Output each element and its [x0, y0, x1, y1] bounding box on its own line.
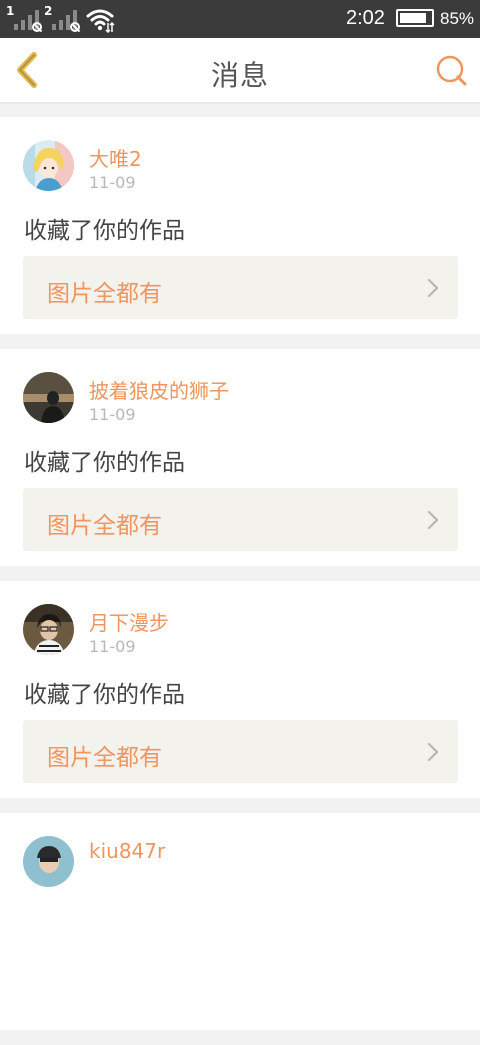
username[interactable]: kiu847r	[89, 839, 165, 863]
message-card: 月下漫步 11-09 收藏了你的作品 图片全都有	[0, 581, 480, 798]
message-list: 大唯2 11-09 收藏了你的作品 图片全都有 披着狼皮的狮子 11-09 收藏…	[0, 117, 480, 1045]
work-link[interactable]: 图片全都有	[23, 488, 458, 551]
message-card: 披着狼皮的狮子 11-09 收藏了你的作品 图片全都有	[0, 349, 480, 566]
sim1-signal-icon: 1	[6, 4, 42, 32]
work-title: 图片全都有	[47, 513, 162, 539]
clock: 2:02	[346, 7, 385, 29]
work-title: 图片全都有	[47, 281, 162, 307]
status-bar: 1 2 2:02 85%	[0, 0, 480, 38]
avatar[interactable]	[23, 836, 74, 887]
message-text: 收藏了你的作品	[24, 218, 185, 244]
username[interactable]: 月下漫步	[89, 607, 169, 636]
message-date: 11-09	[89, 173, 136, 192]
work-title: 图片全都有	[47, 745, 162, 771]
work-link[interactable]: 图片全都有	[23, 256, 458, 319]
page-title: 消息	[210, 59, 269, 92]
avatar[interactable]	[23, 604, 74, 655]
header-bar: 消息	[0, 38, 480, 104]
message-text: 收藏了你的作品	[24, 682, 185, 708]
search-button[interactable]	[434, 54, 468, 88]
chevron-right-icon	[427, 742, 439, 762]
work-link[interactable]: 图片全都有	[23, 720, 458, 783]
message-date: 11-09	[89, 637, 136, 656]
username[interactable]: 大唯2	[89, 143, 142, 172]
message-card: kiu847r	[0, 813, 480, 1030]
username[interactable]: 披着狼皮的狮子	[89, 375, 229, 404]
avatar[interactable]	[23, 372, 74, 423]
sim2-signal-icon: 2	[44, 4, 80, 32]
chevron-right-icon	[427, 510, 439, 530]
battery-percent: 85%	[440, 9, 475, 28]
no-sim-icon	[70, 22, 80, 32]
chevron-right-icon	[427, 278, 439, 298]
avatar[interactable]	[23, 140, 74, 191]
message-text: 收藏了你的作品	[24, 450, 185, 476]
wifi-icon	[86, 9, 115, 33]
message-date: 11-09	[89, 405, 136, 424]
battery-icon	[396, 9, 434, 27]
message-card: 大唯2 11-09 收藏了你的作品 图片全都有	[0, 117, 480, 334]
no-sim-icon	[32, 22, 42, 32]
